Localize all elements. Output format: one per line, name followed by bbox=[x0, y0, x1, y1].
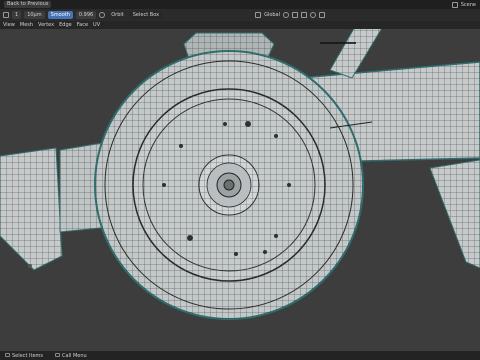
mouse-left-icon bbox=[5, 353, 10, 357]
status-bar: Select Items Call Menu bbox=[0, 351, 480, 360]
falloff-icon[interactable] bbox=[319, 12, 326, 18]
scene-selector[interactable]: Scene bbox=[461, 2, 476, 8]
pivot-icon[interactable] bbox=[283, 12, 290, 18]
proportional-edit-icon[interactable] bbox=[310, 12, 317, 18]
scene-icon bbox=[451, 1, 458, 8]
menu-edge[interactable]: Edge bbox=[59, 21, 72, 29]
title-bar: Back to Previous Scene bbox=[0, 0, 480, 9]
status-select-items: Select Items bbox=[5, 353, 43, 359]
orbit-dropdown[interactable]: Orbit bbox=[108, 11, 127, 19]
transform-orientation-icon bbox=[255, 12, 262, 18]
units-field[interactable]: 10μm bbox=[24, 11, 45, 19]
cursor-icon[interactable] bbox=[3, 12, 9, 18]
strength-field[interactable]: 0.996 bbox=[75, 11, 97, 19]
snap-icon[interactable] bbox=[292, 12, 299, 18]
status-call-menu: Call Menu bbox=[55, 353, 87, 359]
menu-mesh[interactable]: Mesh bbox=[20, 21, 33, 29]
transform-orientation-dropdown[interactable]: Global bbox=[264, 12, 280, 18]
transform-group: Global bbox=[255, 12, 326, 18]
menu-face[interactable]: Face bbox=[77, 21, 88, 29]
viewport-canvas bbox=[0, 17, 480, 320]
3d-viewport[interactable] bbox=[0, 17, 480, 351]
menu-vertex[interactable]: Vertex bbox=[38, 21, 54, 29]
mouse-right-icon bbox=[55, 353, 61, 357]
menu-uv[interactable]: UV bbox=[93, 21, 100, 29]
back-to-previous-button[interactable]: Back to Previous bbox=[4, 1, 52, 8]
snap-target-icon[interactable] bbox=[301, 12, 308, 18]
smooth-toggle[interactable]: Smooth bbox=[47, 11, 73, 19]
orbit-icon bbox=[99, 12, 106, 18]
zoom-field[interactable]: 1 bbox=[12, 11, 22, 19]
menu-view[interactable]: View bbox=[3, 21, 15, 29]
tool-settings-bar: 1 10μm Smooth 0.996 Orbit Select Box Glo… bbox=[0, 9, 480, 21]
editor-header: View Mesh Vertex Edge Face UV bbox=[0, 21, 480, 29]
select-box-dropdown[interactable]: Select Box bbox=[129, 11, 163, 19]
wheel-mesh bbox=[94, 50, 364, 320]
